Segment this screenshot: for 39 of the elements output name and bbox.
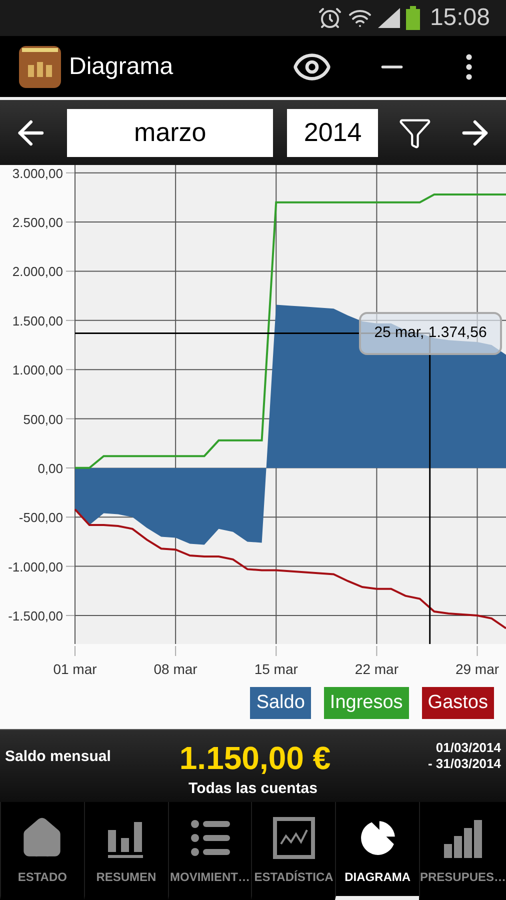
nav-tab[interactable]: PRESUPUES… — [418, 802, 506, 900]
nav-tab[interactable]: DIAGRAMA — [335, 802, 419, 900]
y-axis-label: -500,00 — [18, 510, 63, 526]
app-icon[interactable] — [18, 44, 62, 88]
end-date: - 31/03/2014 — [428, 756, 501, 772]
x-axis-label: 15 mar — [254, 661, 298, 677]
month-field[interactable]: marzo — [66, 108, 274, 156]
y-axis-label: 1.000,00 — [12, 362, 63, 378]
legend-item: Gastos — [422, 687, 494, 719]
y-axis-label: -1.500,00 — [8, 608, 63, 624]
x-axis-label: 22 mar — [354, 661, 398, 677]
nav-tab[interactable]: RESUMEN — [84, 802, 168, 900]
monthly-balance: 1.150,00 € — [178, 740, 332, 776]
y-axis-label: 2.000,00 — [12, 264, 63, 280]
summary-label: Saldo mensual — [5, 747, 112, 767]
signal-icon — [378, 8, 400, 28]
x-axis-label: 29 mar — [455, 661, 500, 677]
x-axis-label: 01 mar — [53, 661, 97, 677]
y-axis-label: 1.500,00 — [12, 313, 63, 328]
tooltip: 25 mar, 1.374,56 — [359, 312, 502, 356]
legend-item: Ingresos — [324, 687, 409, 719]
accounts-label: Todas las cuentas — [188, 779, 318, 799]
y-axis-label: 500,00 — [23, 412, 63, 427]
nav-tab[interactable]: ESTADO — [0, 802, 84, 900]
x-axis-label: 08 mar — [154, 661, 198, 677]
year-field[interactable]: 2014 — [287, 108, 378, 156]
nav-tab[interactable]: ESTADÍSTICA — [251, 802, 336, 900]
y-axis-label: 2.500,00 — [12, 215, 63, 230]
screen-title: Diagrama — [69, 52, 174, 82]
line-chart-icon — [272, 816, 316, 860]
y-axis-label: 0,00 — [38, 460, 63, 476]
y-axis-label: -1.000,00 — [8, 559, 63, 574]
start-date: 01/03/2014 — [436, 740, 501, 756]
alarm-icon — [318, 6, 342, 30]
nav-tab[interactable]: MOVIMIENT… — [168, 802, 252, 900]
battery-icon — [406, 6, 420, 30]
y-axis-label: 3.000,00 — [12, 166, 63, 181]
legend-item: Saldo — [250, 687, 311, 719]
clock: 15:08 — [430, 3, 490, 33]
